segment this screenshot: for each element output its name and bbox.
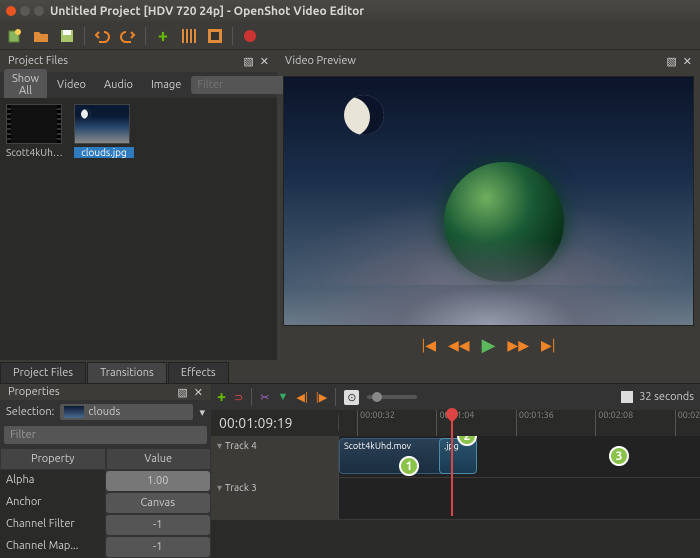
- file-item[interactable]: clouds.jpg: [74, 104, 134, 158]
- titlebar: Untitled Project [HDV 720 24p] - OpenSho…: [0, 0, 700, 22]
- annotation-marker: 3: [609, 446, 629, 466]
- playback-controls: |◀ ◀◀ ▶ ▶▶ ▶|: [277, 330, 700, 360]
- prop-value[interactable]: Canvas: [106, 493, 211, 513]
- filter-audio[interactable]: Audio: [96, 75, 141, 95]
- selection-label: Selection:: [6, 406, 54, 418]
- chevron-down-icon: ▾: [217, 482, 222, 493]
- lower-tabs: Project Files Transitions Effects: [0, 360, 700, 384]
- prop-name: Channel Filter: [0, 514, 105, 536]
- file-item[interactable]: Scott4kUhd...: [6, 104, 66, 158]
- filter-show-all[interactable]: Show All: [4, 69, 47, 101]
- col-value: Value: [106, 448, 212, 470]
- selection-dropdown[interactable]: clouds: [60, 404, 193, 420]
- track-header[interactable]: ▾Track 4: [211, 436, 339, 477]
- new-project-icon[interactable]: [6, 27, 24, 45]
- duration-icon: [621, 391, 633, 403]
- prop-value[interactable]: -1: [106, 515, 211, 535]
- track-lane[interactable]: [339, 478, 700, 519]
- duration-label: 32 seconds: [639, 391, 694, 403]
- tab-project-files[interactable]: Project Files: [0, 362, 86, 383]
- window-maximize-button[interactable]: [34, 6, 44, 16]
- play-icon[interactable]: ▶: [482, 335, 496, 356]
- save-project-icon[interactable]: [58, 27, 76, 45]
- annotation-marker: 1: [399, 456, 419, 476]
- file-thumbnail: [74, 104, 130, 144]
- detach-icon[interactable]: ▧: [666, 55, 676, 68]
- window-close-button[interactable]: [6, 6, 16, 16]
- jump-end-icon[interactable]: ▶|: [541, 337, 556, 354]
- video-preview-label: Video Preview: [285, 55, 356, 67]
- properties-label: Properties: [8, 386, 60, 398]
- timeline-ruler[interactable]: 00:00:32 00:01:04 00:01:36 00:02:08 00:0…: [339, 410, 700, 436]
- rewind-icon[interactable]: ◀◀: [448, 337, 470, 354]
- add-track-icon[interactable]: +: [217, 388, 226, 406]
- main-toolbar: +: [0, 22, 700, 50]
- record-icon[interactable]: [241, 27, 259, 45]
- prop-name: Channel Map...: [0, 536, 105, 558]
- video-preview-header: Video Preview ▧ ✕: [277, 50, 700, 72]
- close-panel-icon[interactable]: ✕: [194, 386, 203, 399]
- file-label: Scott4kUhd...: [6, 147, 66, 158]
- files-area[interactable]: Scott4kUhd... clouds.jpg: [0, 98, 277, 360]
- file-thumbnail: [6, 104, 62, 144]
- window-title: Untitled Project [HDV 720 24p] - OpenSho…: [50, 5, 364, 18]
- tracks-area: ▾Track 4 Scott4kUhd.mov .jpg 1 2 3 ▾Trac…: [211, 436, 700, 558]
- window-minimize-button[interactable]: [20, 6, 30, 16]
- detach-icon[interactable]: ▧: [177, 386, 187, 399]
- dropdown-chevron-icon[interactable]: ▾: [199, 406, 205, 419]
- properties-header: Properties ▧ ✕: [0, 384, 211, 400]
- jump-start-icon[interactable]: |◀: [421, 337, 436, 354]
- close-panel-icon[interactable]: ✕: [260, 55, 269, 68]
- prop-value[interactable]: -1: [106, 537, 211, 557]
- open-project-icon[interactable]: [32, 27, 50, 45]
- snap-icon[interactable]: ⊃: [234, 391, 243, 404]
- close-panel-icon[interactable]: ✕: [683, 55, 692, 68]
- import-files-icon[interactable]: +: [154, 27, 172, 45]
- tab-transitions[interactable]: Transitions: [87, 362, 167, 383]
- center-playhead-icon[interactable]: ⊙: [344, 390, 359, 405]
- property-filter-input[interactable]: Filter: [4, 426, 207, 444]
- prop-value[interactable]: 1.00: [106, 471, 211, 491]
- col-property: Property: [0, 448, 106, 470]
- file-label: clouds.jpg: [74, 147, 134, 158]
- forward-icon[interactable]: ▶▶: [507, 337, 529, 354]
- toolbar-icon-a[interactable]: [180, 27, 198, 45]
- timeline-toolbar: + ⊃ ✂ ▼ ◀| |▶ ⊙ 32 seconds: [211, 384, 700, 410]
- track-header[interactable]: ▾Track 3: [211, 478, 339, 519]
- timeline-clip[interactable]: Scott4kUhd.mov: [339, 438, 454, 474]
- marker-dropdown-icon[interactable]: ▼: [277, 391, 288, 403]
- filter-image[interactable]: Image: [143, 75, 189, 95]
- toolbar-icon-b[interactable]: [206, 27, 224, 45]
- playhead[interactable]: [451, 410, 453, 516]
- detach-icon[interactable]: ▧: [243, 55, 253, 68]
- undo-icon[interactable]: [93, 27, 111, 45]
- prev-marker-icon[interactable]: ◀|: [296, 391, 307, 404]
- prop-name: Anchor: [0, 492, 105, 514]
- prop-name: Alpha: [0, 470, 105, 492]
- redo-icon[interactable]: [119, 27, 137, 45]
- tab-effects[interactable]: Effects: [168, 362, 229, 383]
- video-preview[interactable]: [283, 76, 694, 326]
- project-files-label: Project Files: [8, 55, 68, 67]
- track-lane[interactable]: Scott4kUhd.mov .jpg 1 2 3: [339, 436, 700, 477]
- chevron-down-icon: ▾: [217, 440, 222, 451]
- filter-video[interactable]: Video: [49, 75, 94, 95]
- timecode-display[interactable]: 00:01:09:19: [211, 415, 339, 431]
- cut-icon[interactable]: ✂: [260, 391, 269, 404]
- next-marker-icon[interactable]: |▶: [316, 391, 327, 404]
- zoom-slider[interactable]: [367, 395, 417, 399]
